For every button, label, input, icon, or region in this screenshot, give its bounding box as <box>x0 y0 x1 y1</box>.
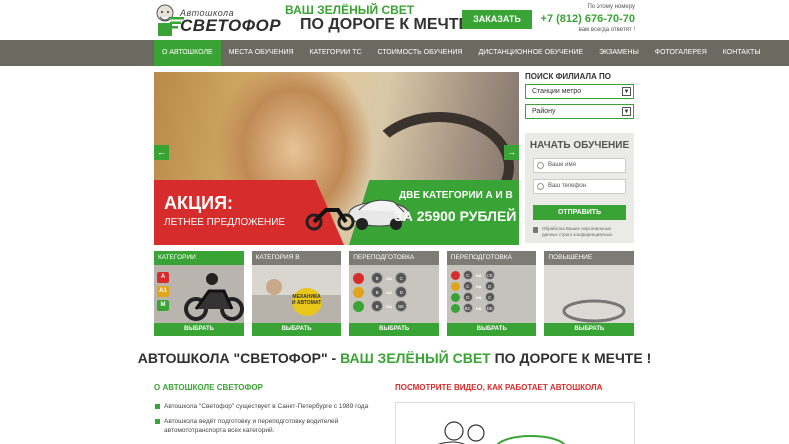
na-label: НА <box>475 284 482 289</box>
metro-select-value: Станции метро <box>532 88 582 95</box>
choose-button[interactable]: ВЫБРАТЬ <box>154 323 244 336</box>
promo-categories: ДВЕ КАТЕГОРИИ А И В <box>399 190 513 201</box>
category-mark: D <box>462 292 473 302</box>
page-headline: АВТОШКОЛА "СВЕТОФОР" - ВАШ ЗЕЛЁНЫЙ СВЕТ … <box>0 350 789 366</box>
submit-button[interactable]: ОТПРАВИТЬ <box>533 205 626 220</box>
slider-prev-button[interactable]: ← <box>154 145 169 160</box>
bus-steering-icon <box>544 265 634 323</box>
category-cards: КАТЕГОРИИ A A1 M ВЫБРАТЬ КАТЕГОРИЯ B МЕХ… <box>154 251 634 336</box>
metro-select[interactable]: Станции метро ▼ <box>525 84 634 99</box>
choose-button[interactable]: ВЫБРАТЬ <box>544 323 634 336</box>
category-card-retraining-c[interactable]: ПЕРЕПОДГОТОВКА C C D BC НА НА НА НА CE D… <box>446 251 537 336</box>
phone-icon <box>537 183 544 190</box>
nav-item-about[interactable]: О АВТОШКОЛЕ <box>154 40 221 66</box>
traffic-light-red-icon <box>450 271 460 280</box>
logo-name: СВЕТОФОР <box>180 16 282 35</box>
nav-item-exams[interactable]: ЭКЗАМЕНЫ <box>591 40 647 66</box>
phone-caption: По этому номеру <box>587 4 635 10</box>
name-input-placeholder: Ваше имя <box>548 162 576 168</box>
category-card-label: КАТЕГОРИЯ B <box>251 251 342 265</box>
traffic-light-green-icon <box>450 293 460 302</box>
category-card-label: ПЕРЕПОДГОТОВКА <box>349 251 439 265</box>
phone-note: вам всегда ответят ! <box>578 27 635 33</box>
signup-form: НАЧАТЬ ОБУЧЕНИЕ Ваше имя Ваш телефон ОТП… <box>525 133 634 243</box>
category-card-retraining-b[interactable]: ПЕРЕПОДГОТОВКА B B B НА НА НА C D BE ВЫБ… <box>349 251 439 336</box>
signup-form-title: НАЧАТЬ ОБУЧЕНИЕ <box>529 140 630 151</box>
chevron-down-icon[interactable]: ▼ <box>622 107 631 116</box>
list-item: Автошкола "Светофор" существует в Санкт-… <box>154 402 374 411</box>
chevron-down-icon[interactable]: ▼ <box>622 87 631 96</box>
na-label: НА <box>386 276 392 281</box>
na-label: НА <box>475 306 482 311</box>
phone-number[interactable]: +7 (812) 676-70-70 <box>541 13 635 25</box>
logo[interactable]: Автошкола СВЕТОФОР <box>154 3 282 37</box>
lock-icon <box>533 227 538 233</box>
choose-button[interactable]: ВЫБРАТЬ <box>446 323 537 336</box>
page: Автошкола СВЕТОФОР ВАШ ЗЕЛЁНЫЙ СВЕТ ПО Д… <box>0 0 789 444</box>
na-label: НА <box>386 290 392 295</box>
promo-price: ЗА 25900 РУБЛЕЙ <box>394 208 517 224</box>
user-icon <box>537 162 544 169</box>
list-item: Автошкола ведёт подготовку и переподгото… <box>154 417 374 435</box>
category-letter: A1 <box>157 286 169 297</box>
category-card-motorcycle[interactable]: КАТЕГОРИИ A A1 M ВЫБРАТЬ <box>154 251 244 336</box>
category-letter: A <box>157 272 169 283</box>
na-label: НА <box>475 295 482 300</box>
district-select-value: Району <box>532 108 556 115</box>
nav-item-prices[interactable]: СТОИМОСТЬ ОБУЧЕНИЯ <box>370 40 471 66</box>
category-mark: DE <box>484 303 495 313</box>
video-title: ПОСМОТРИТЕ ВИДЕО, КАК РАБОТАЕТ АВТОШКОЛА <box>395 383 603 392</box>
header: Автошкола СВЕТОФОР ВАШ ЗЕЛЁНЫЙ СВЕТ ПО Д… <box>0 0 789 43</box>
headline-part2: ВАШ ЗЕЛЁНЫЙ СВЕТ <box>340 350 491 366</box>
traffic-light-yellow-icon <box>450 282 460 291</box>
nav-item-categories[interactable]: КАТЕГОРИИ ТС <box>302 40 370 66</box>
headline-part1: АВТОШКОЛА "СВЕТОФОР" - <box>137 350 341 366</box>
slogan-line1: ВАШ ЗЕЛЁНЫЙ СВЕТ <box>285 3 415 17</box>
nav-item-contacts[interactable]: КОНТАКТЫ <box>715 40 769 66</box>
video-player[interactable] <box>395 402 635 444</box>
district-select[interactable]: Району ▼ <box>525 104 634 119</box>
slider-next-button[interactable]: → <box>504 145 519 160</box>
promo-title: АКЦИЯ: <box>164 193 234 213</box>
about-title: О АВТОШКОЛЕ СВЕТОФОР <box>154 383 263 392</box>
headline-part3: ПО ДОРОГЕ К МЕЧТЕ ! <box>490 350 652 366</box>
promo-banner[interactable]: АКЦИЯ: ЛЕТНЕЕ ПРЕДЛОЖЕНИЕ ДВЕ КАТЕГОРИИ … <box>154 180 519 245</box>
phone-input-placeholder: Ваш телефон <box>548 183 587 189</box>
order-call-button[interactable]: ЗАКАЗАТЬ ЗВОНОК <box>462 10 532 43</box>
na-label: НА <box>475 273 482 278</box>
transmission-badge: МЕХАНИКА И АВТОМАТ <box>291 288 322 316</box>
category-card-label: ПОВЫШЕНИЕ КВАЛИФИКАЦИИ <box>544 251 634 275</box>
category-card-label: КАТЕГОРИИ <box>154 251 244 265</box>
about-list: Автошкола "Светофор" существует в Санкт-… <box>154 402 374 441</box>
nav-item-gallery[interactable]: ФОТОГАЛЕРЕЯ <box>647 40 715 66</box>
choose-button[interactable]: ВЫБРАТЬ <box>349 323 439 336</box>
choose-button[interactable]: ВЫБРАТЬ <box>251 323 342 336</box>
category-mark: C <box>484 292 495 302</box>
promo-subtitle: ЛЕТНЕЕ ПРЕДЛОЖЕНИЕ <box>164 217 286 228</box>
category-mark: CE <box>484 270 495 280</box>
category-letter: M <box>157 300 169 311</box>
branch-search: ПОИСК ФИЛИАЛА ПО Станции метро ▼ Району … <box>525 72 634 124</box>
category-card-qualification[interactable]: ПОВЫШЕНИЕ КВАЛИФИКАЦИИ ВЫБРАТЬ <box>544 251 634 336</box>
na-label: НА <box>386 304 392 309</box>
category-card-b[interactable]: КАТЕГОРИЯ B МЕХАНИКА И АВТОМАТ ВЫБРАТЬ <box>251 251 342 336</box>
category-mark: D <box>484 281 495 291</box>
nav-item-locations[interactable]: МЕСТА ОБУЧЕНИЯ <box>221 40 302 66</box>
nav-item-distance[interactable]: ДИСТАНЦИОННОЕ ОБУЧЕНИЕ <box>470 40 591 66</box>
name-input[interactable]: Ваше имя <box>533 158 626 173</box>
privacy-text: Обработка Ваших персональных данных стро… <box>542 226 614 237</box>
privacy-note: Обработка Ваших персональных данных стро… <box>533 226 628 238</box>
slogan-line2: ПО ДОРОГЕ К МЕЧТЕ <box>300 16 470 33</box>
traffic-light-green-icon <box>450 304 460 313</box>
category-mark: BC <box>462 303 473 313</box>
phone-input[interactable]: Ваш телефон <box>533 179 626 194</box>
video-thumbnail-icon <box>437 421 566 444</box>
branch-search-title: ПОИСК ФИЛИАЛА ПО <box>525 72 612 81</box>
category-mark: C <box>462 281 473 291</box>
main-nav: О АВТОШКОЛЕ МЕСТА ОБУЧЕНИЯ КАТЕГОРИИ ТС … <box>0 40 789 66</box>
category-card-label: ПЕРЕПОДГОТОВКА <box>446 251 537 265</box>
category-mark: C <box>462 270 473 280</box>
